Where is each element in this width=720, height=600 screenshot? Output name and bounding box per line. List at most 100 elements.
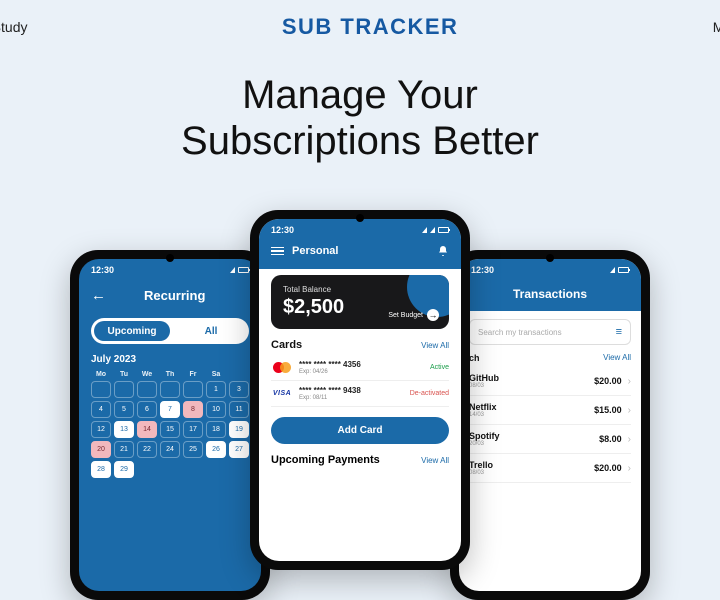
calendar-day[interactable]: 29 — [114, 461, 134, 478]
camera-notch — [356, 214, 364, 222]
transaction-list: GitHub08/03$20.00›Netflix14/03$15.00›Spo… — [469, 367, 631, 483]
tx-name: GitHub — [469, 373, 499, 383]
statusbar-time: 12:30 — [271, 225, 294, 235]
calendar-day[interactable]: 8 — [183, 401, 203, 418]
upcoming-title: Upcoming Payments — [271, 454, 380, 466]
calendar-day[interactable]: 6 — [137, 401, 157, 418]
tx-date: 08/03 — [469, 383, 499, 389]
card-row[interactable]: **** **** **** 4356 Exp: 04/26 Active — [271, 355, 449, 381]
tx-amount: $20.00 — [594, 463, 622, 473]
balance-label: Total Balance — [283, 285, 437, 294]
calendar-weekdays: MoTuWeThFrSa — [91, 371, 249, 378]
hero-line2: Subscriptions Better — [181, 119, 539, 163]
calendar-day[interactable]: 4 — [91, 401, 111, 418]
appbar: ← Recurring — [79, 281, 261, 310]
card-status: Active — [430, 364, 449, 371]
calendar-weekday: Sa — [206, 371, 226, 378]
search-input[interactable]: Search my transactions ≡ — [469, 319, 631, 345]
calendar-weekday: Mo — [91, 371, 111, 378]
header-left-text[interactable]: e Study — [0, 19, 27, 35]
visa-icon: VISA — [271, 387, 293, 401]
calendar-day[interactable]: 13 — [114, 421, 134, 438]
phone-transactions: 12:30 Transactions Search my transaction… — [450, 250, 650, 600]
screen-title: Personal — [292, 245, 338, 257]
tab-upcoming[interactable]: Upcoming — [94, 321, 170, 341]
calendar-day[interactable] — [137, 381, 157, 398]
calendar-day[interactable]: 5 — [114, 401, 134, 418]
view-all-link[interactable]: View All — [603, 353, 631, 363]
transaction-row[interactable]: Trello08/03$20.00› — [469, 454, 631, 483]
chevron-right-icon: › — [628, 376, 631, 387]
calendar-day[interactable]: 26 — [206, 441, 226, 458]
calendar-weekday: We — [137, 371, 157, 378]
mastercard-icon — [271, 361, 293, 375]
phone-recurring: 12:30 ← Recurring Upcoming All July 2023… — [70, 250, 270, 600]
card-number: **** **** **** 9438 — [299, 386, 361, 395]
transaction-row[interactable]: GitHub08/03$20.00› — [469, 367, 631, 396]
calendar-day[interactable]: 18 — [206, 421, 226, 438]
set-budget-button[interactable]: Set Budget → — [388, 309, 439, 321]
calendar-day[interactable]: 3 — [229, 381, 249, 398]
chevron-right-icon: › — [628, 463, 631, 474]
card-status: De-activated — [410, 390, 449, 397]
view-all-link[interactable]: View All — [421, 456, 449, 465]
tx-date: 08/03 — [469, 470, 493, 476]
calendar-day[interactable]: 21 — [114, 441, 134, 458]
calendar-day[interactable]: 20 — [91, 441, 111, 458]
calendar-day[interactable]: 11 — [229, 401, 249, 418]
calendar-day[interactable]: 15 — [160, 421, 180, 438]
statusbar-time: 12:30 — [91, 265, 114, 275]
battery-icon — [618, 267, 629, 273]
tx-date: 20/03 — [469, 441, 500, 447]
arrow-right-icon: → — [427, 309, 439, 321]
calendar-day[interactable]: 27 — [229, 441, 249, 458]
view-all-link[interactable]: View All — [421, 341, 449, 350]
tx-amount: $8.00 — [599, 434, 622, 444]
appbar: Personal — [259, 241, 461, 261]
calendar-days: 1345678101112131415171819202122242526272… — [91, 381, 249, 478]
menu-icon[interactable] — [271, 247, 284, 256]
calendar-day[interactable] — [114, 381, 134, 398]
calendar-day[interactable]: 12 — [91, 421, 111, 438]
transaction-row[interactable]: Netflix14/03$15.00› — [469, 396, 631, 425]
tx-section-header: ch View All — [469, 353, 631, 363]
calendar-day[interactable]: 17 — [183, 421, 203, 438]
calendar-day[interactable]: 19 — [229, 421, 249, 438]
header-right-text[interactable]: Mob — [713, 19, 720, 35]
calendar-day[interactable]: 10 — [206, 401, 226, 418]
signal-icon — [610, 267, 615, 273]
calendar-day[interactable]: 22 — [137, 441, 157, 458]
statusbar-time: 12:30 — [471, 265, 494, 275]
calendar-day[interactable] — [160, 381, 180, 398]
tx-month: ch — [469, 353, 480, 363]
phone-personal: 12:30 Personal Total Balance $2,500 Set … — [250, 210, 470, 570]
calendar-month: July 2023 — [91, 354, 249, 365]
calendar-day[interactable]: 1 — [206, 381, 226, 398]
calendar-day[interactable]: 24 — [160, 441, 180, 458]
calendar-day[interactable]: 28 — [91, 461, 111, 478]
page-header: e Study SUB TRACKER Mob — [0, 0, 720, 54]
filter-icon[interactable]: ≡ — [616, 326, 622, 338]
calendar-day[interactable]: 7 — [160, 401, 180, 418]
brand-logo[interactable]: SUB TRACKER — [282, 14, 459, 40]
transaction-row[interactable]: Spotify20/03$8.00› — [469, 425, 631, 454]
calendar-day[interactable]: 14 — [137, 421, 157, 438]
hero-section: Manage Your Subscriptions Better — [0, 72, 720, 164]
chevron-right-icon: › — [628, 434, 631, 445]
card-row[interactable]: VISA **** **** **** 9438 Exp: 08/11 De-a… — [271, 381, 449, 407]
card-expiry: Exp: 08/11 — [299, 395, 361, 401]
calendar-day[interactable] — [91, 381, 111, 398]
search-placeholder: Search my transactions — [478, 328, 562, 337]
add-card-button[interactable]: Add Card — [271, 417, 449, 444]
bell-icon[interactable] — [437, 245, 449, 257]
tab-all[interactable]: All — [173, 318, 249, 344]
calendar-weekday: Tu — [114, 371, 134, 378]
camera-notch — [166, 254, 174, 262]
calendar-day[interactable]: 25 — [183, 441, 203, 458]
calendar-day[interactable] — [183, 381, 203, 398]
statusbar: 12:30 — [79, 259, 261, 281]
calendar-weekday: Th — [160, 371, 180, 378]
back-icon[interactable]: ← — [91, 287, 106, 304]
phone-mockups: 12:30 ← Recurring Upcoming All July 2023… — [50, 210, 670, 540]
tab-switcher[interactable]: Upcoming All — [91, 318, 249, 344]
